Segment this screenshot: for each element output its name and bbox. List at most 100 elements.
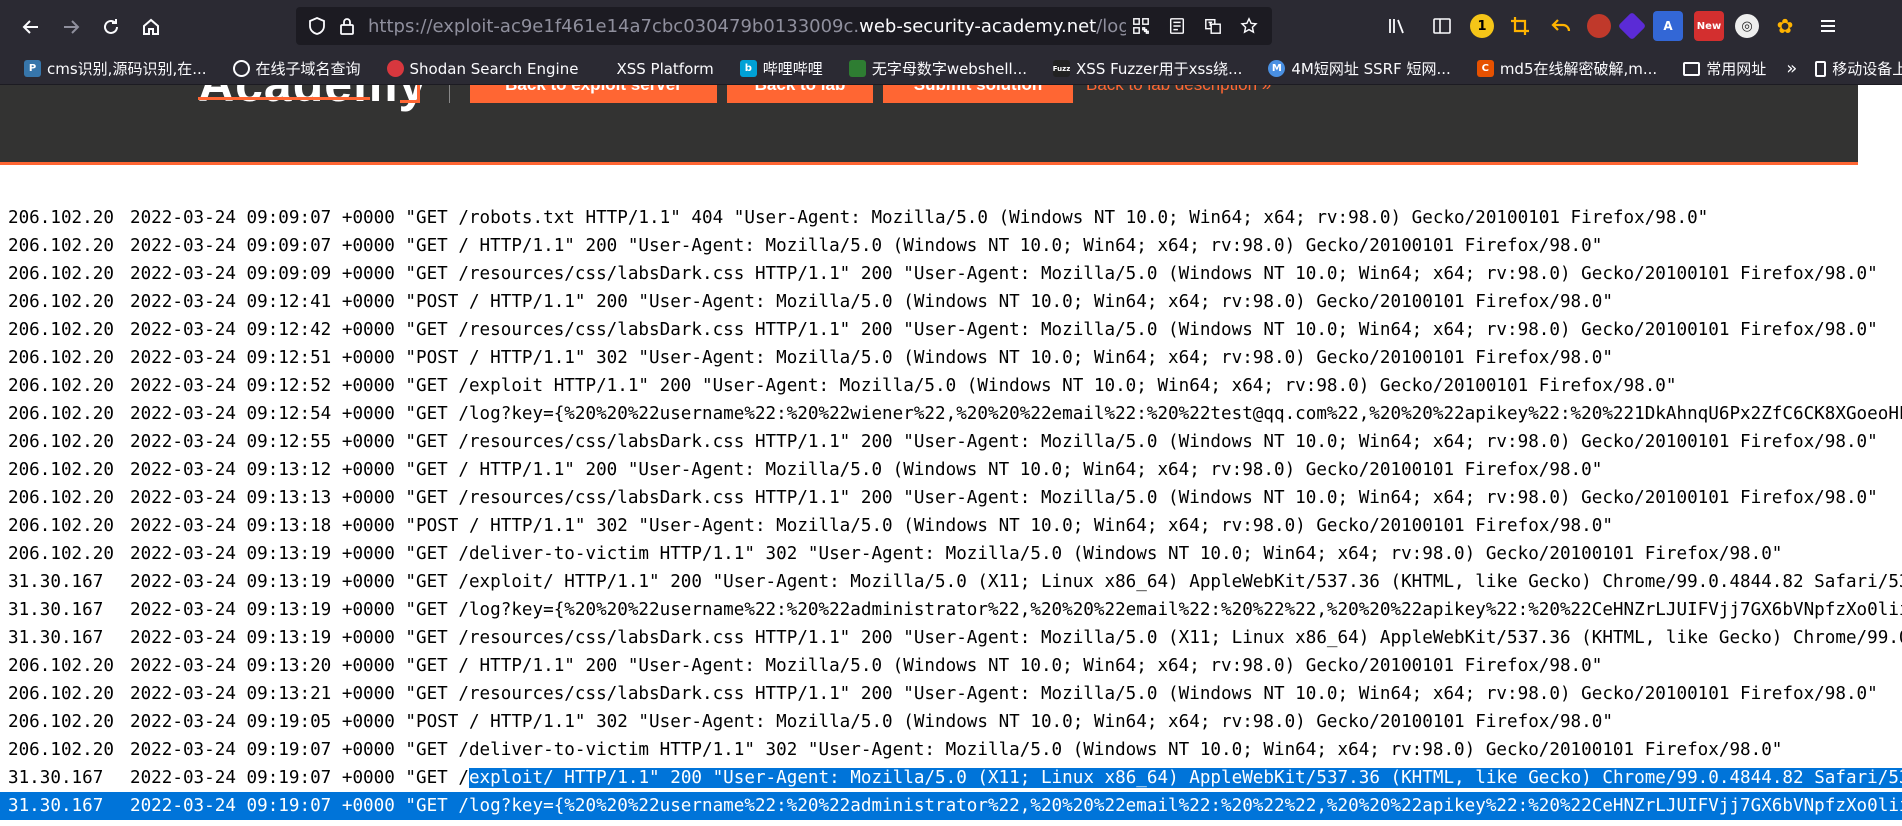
log-ip: 206.102.20 (8, 544, 114, 564)
log-line: 31.30.167 2022-03-24 09:13:19 +0000 "GET … (0, 624, 1902, 652)
log-ip: 206.102.20 (8, 684, 114, 704)
globe-icon (232, 60, 250, 77)
bookmark-label: md5在线解密破解,m... (1499, 60, 1658, 78)
log-ip: 206.102.20 (8, 348, 114, 368)
url-bar[interactable]: https://exploit-ac9e1f461e14a7cbc030479b… (296, 7, 1272, 45)
extensions-icon[interactable]: ✿ (1770, 11, 1800, 41)
log-ip: 206.102.20 (8, 516, 114, 536)
folder-icon (1683, 61, 1701, 76)
bookmark-xss-platform[interactable]: XSS Platform (598, 56, 719, 82)
log-ip: 206.102.20 (8, 488, 114, 508)
back-to-exploit-server-button[interactable]: Back to exploit server (470, 85, 717, 103)
log-ip: 31.30.167 (8, 572, 104, 592)
reader-view-icon[interactable] (1162, 11, 1192, 41)
new-badge: New (1696, 20, 1722, 32)
leaf-icon (848, 60, 866, 77)
lock-icon[interactable] (336, 15, 358, 37)
gem-icon[interactable] (1617, 11, 1647, 41)
log-line: 206.102.20 2022-03-24 09:13:18 +0000 "POS… (0, 512, 1902, 540)
python-icon: P (24, 60, 41, 77)
forward-button[interactable] (54, 10, 88, 44)
log-text: 2022-03-24 09:19:07 +0000 "GET / (130, 768, 469, 788)
log-text: 2022-03-24 09:13:19 +0000 "GET /resource… (130, 628, 1902, 648)
browser-toolbar: https://exploit-ac9e1f461e14a7cbc030479b… (0, 0, 1902, 53)
bookmark-label: 4M短网址 SSRF 短网... (1291, 60, 1451, 78)
log-text: 2022-03-24 09:19:07 +0000 "GET /deliver-… (130, 740, 1783, 760)
log-line: 206.102.20 2022-03-24 09:12:52 +0000 "GET… (0, 372, 1902, 400)
shield-icon[interactable] (306, 15, 328, 37)
library-icon[interactable] (1380, 9, 1414, 43)
translate-icon[interactable] (1198, 11, 1228, 41)
log-line: 31.30.167 2022-03-24 09:13:19 +0000 "GET … (0, 596, 1902, 624)
log-line: 206.102.20 2022-03-24 09:13:21 +0000 "GET… (0, 680, 1902, 708)
log-line: 31.30.167 2022-03-24 09:19:07 +0000 "GET … (0, 764, 1902, 792)
log-line: 206.102.20 2022-03-24 09:12:41 +0000 "POS… (0, 288, 1902, 316)
bookmark-bilibili[interactable]: b 哔哩哔哩 (734, 56, 829, 82)
bookmark-xss-fuzzer[interactable]: Fuzz XSS Fuzzer用于xss绕... (1047, 56, 1248, 82)
log-line: 206.102.20 2022-03-24 09:09:07 +0000 "GET… (0, 204, 1902, 232)
access-log: 206.102.20 2022-03-24 09:09:07 +0000 "GET… (0, 204, 1902, 826)
hackbar-icon[interactable] (1587, 14, 1611, 38)
bookmark-subdomain[interactable]: 在线子域名查询 (227, 56, 367, 82)
spy-icon[interactable]: ◎ (1735, 14, 1759, 38)
bookmark-star-icon[interactable] (1234, 11, 1264, 41)
log-line: 206.102.20 2022-03-24 09:09:07 +0000 "GET… (0, 232, 1902, 260)
log-ip: 206.102.20 (8, 432, 114, 452)
log-line: 31.30.167 2022-03-24 09:19:07 +0000 "GET … (0, 792, 1902, 820)
back-to-lab-button[interactable]: Back to lab (727, 85, 873, 103)
bookmark-label: XSS Platform (616, 59, 714, 78)
bookmark-mobile[interactable]: 移动设备上的书签 (1809, 56, 1902, 82)
back-to-lab-description-link[interactable]: Back to lab description » (1086, 85, 1271, 103)
m-icon: M (1268, 60, 1286, 77)
log-text: 2022-03-24 09:19:05 +0000 "POST / HTTP/1… (130, 712, 1613, 732)
bookmark-label: XSS Fuzzer用于xss绕... (1076, 60, 1243, 78)
log-ip: 31.30.167 (8, 600, 104, 620)
log-text: 2022-03-24 09:13:20 +0000 "GET / HTTP/1.… (130, 656, 1603, 676)
bookmark-webshell[interactable]: 无字母数字webshell... (843, 56, 1033, 82)
home-button[interactable] (134, 10, 168, 44)
bookmark-label: 在线子域名查询 (255, 60, 361, 78)
logo-mark-icon (400, 85, 420, 103)
bookmark-cms[interactable]: P cms识别,源码识别,在... (18, 56, 213, 82)
log-line: 206.102.20 2022-03-24 09:13:20 +0000 "GET… (0, 652, 1902, 680)
fuzz-icon: Fuzz (1053, 60, 1070, 77)
log-ip: 206.102.20 (8, 320, 114, 340)
academy-header: Academy Back to exploit server Back to l… (0, 85, 1858, 165)
bookmark-label: 哔哩哔哩 (762, 60, 823, 78)
back-button[interactable] (14, 10, 48, 44)
chevron-double-right-icon[interactable]: » (1786, 58, 1797, 79)
qr-code-icon[interactable] (1126, 11, 1156, 41)
submit-solution-button[interactable]: Submit solution (883, 85, 1073, 103)
log-text: 2022-03-24 09:09:07 +0000 "GET / HTTP/1.… (130, 236, 1603, 256)
logo-underline (198, 97, 370, 100)
header-divider (449, 85, 450, 103)
log-line: 206.102.20 2022-03-24 09:12:54 +0000 "GET… (0, 400, 1902, 428)
log-text: 2022-03-24 09:13:13 +0000 "GET /resource… (130, 488, 1878, 508)
log-text: 2022-03-24 09:13:18 +0000 "POST / HTTP/1… (130, 516, 1613, 536)
log-text: 2022-03-24 09:12:51 +0000 "POST / HTTP/1… (130, 348, 1613, 368)
bookmark-label: 无字母数字webshell... (871, 60, 1028, 78)
log-line: 206.102.20 2022-03-24 09:13:19 +0000 "GET… (0, 540, 1902, 568)
log-text: 2022-03-24 09:19:07 +0000 "GET /log?key=… (130, 796, 1902, 816)
reload-button[interactable] (94, 10, 128, 44)
bookmark-shodan[interactable]: Shodan Search Engine (381, 56, 585, 82)
log-line: 206.102.20 2022-03-24 09:19:05 +0000 "POS… (0, 708, 1902, 736)
log-text: 2022-03-24 09:12:41 +0000 "POST / HTTP/1… (130, 292, 1613, 312)
translate-extension-icon[interactable]: A (1653, 11, 1683, 41)
sidebar-icon[interactable] (1425, 9, 1459, 43)
bookmark-md5[interactable]: C md5在线解密破解,m... (1471, 56, 1663, 82)
log-line: 206.102.20 2022-03-24 09:19:07 +0000 "GET… (0, 736, 1902, 764)
news-icon[interactable]: New (1694, 11, 1724, 41)
bookmark-4m-short-url[interactable]: M 4M短网址 SSRF 短网... (1262, 56, 1456, 82)
log-ip: 31.30.167 (8, 796, 104, 816)
bookmark-folder-common[interactable]: 常用网址 (1677, 56, 1772, 82)
url-text[interactable]: https://exploit-ac9e1f461e14a7cbc030479b… (368, 16, 1126, 37)
home-icon (143, 18, 159, 35)
log-ip: 206.102.20 (8, 376, 114, 396)
undo-icon[interactable] (1546, 11, 1576, 41)
crop-icon[interactable] (1505, 11, 1535, 41)
menu-icon[interactable] (1811, 9, 1845, 43)
notification-badge-icon[interactable]: 1 (1470, 14, 1494, 38)
log-text: 2022-03-24 09:12:42 +0000 "GET /resource… (130, 320, 1878, 340)
bookmark-label: cms识别,源码识别,在... (47, 60, 207, 78)
